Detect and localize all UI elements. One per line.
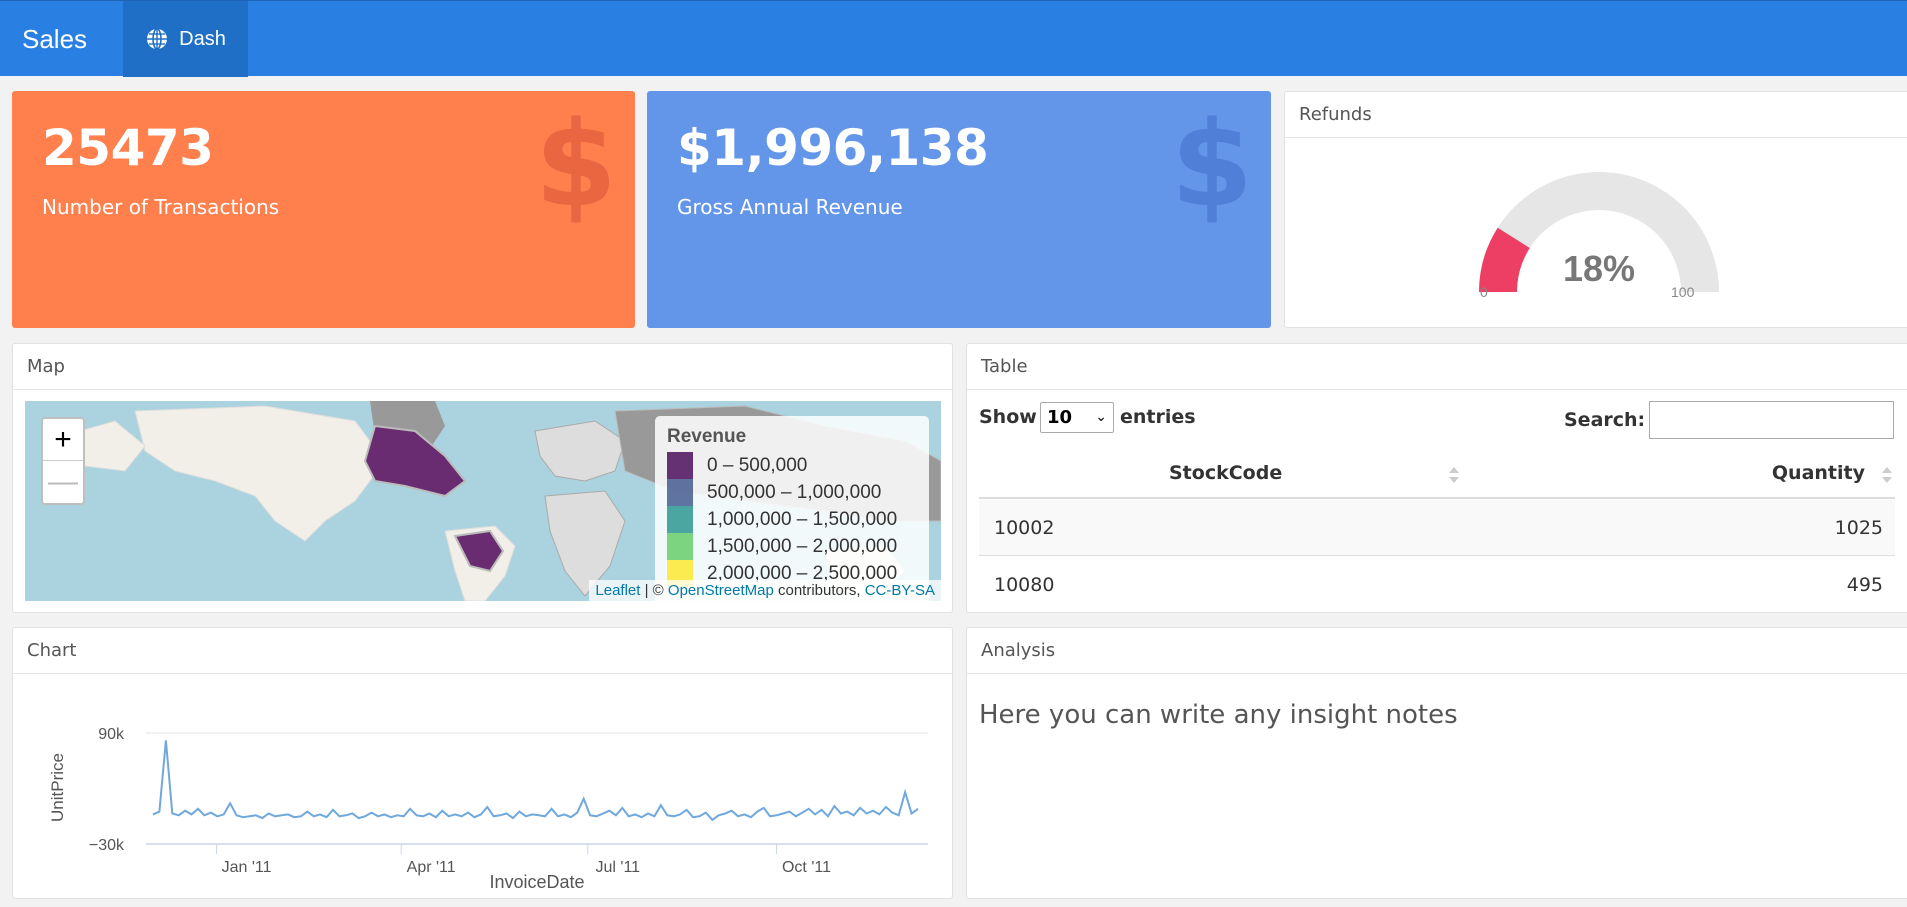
legend-label: 0 – 500,000: [707, 454, 808, 476]
legend-swatch: [667, 506, 693, 533]
tab-dash[interactable]: Dash: [123, 1, 248, 77]
legend-label: 1,500,000 – 2,000,000: [707, 535, 898, 557]
column-header-stockcode[interactable]: StockCode: [1169, 449, 1282, 497]
gauge-min-label: 0: [1480, 284, 1488, 300]
y-axis-label: UnitPrice: [48, 753, 67, 822]
cell-quantity: 1025: [1834, 517, 1883, 539]
leaflet-link[interactable]: Leaflet: [595, 582, 640, 599]
x-tick-label: Jan '11: [222, 859, 272, 876]
legend-item: 500,000 – 1,000,000: [667, 479, 917, 506]
legend-swatch: [667, 452, 693, 479]
y-tick-label: −30k: [89, 837, 125, 854]
osm-link[interactable]: OpenStreetMap: [668, 582, 774, 599]
x-axis-label: InvoiceDate: [489, 872, 584, 892]
x-tick-label: Oct '11: [782, 859, 831, 876]
land-north-america: [134, 405, 386, 542]
map-card: Map + — Revenue 0 – 500,000 500,000 – 1,…: [12, 343, 953, 613]
zoom-in-button[interactable]: +: [43, 419, 83, 461]
insight-note: Here you can write any insight notes: [979, 700, 1458, 730]
series-line: [152, 740, 919, 822]
search-input[interactable]: [1649, 401, 1894, 439]
search-label: Search:: [1564, 409, 1646, 431]
table-row[interactable]: 10002 1025: [979, 500, 1895, 556]
globe-icon: [147, 28, 168, 50]
revenue-value-box: $1,996,138 Gross Annual Revenue $: [647, 91, 1271, 328]
legend-item: 0 – 500,000: [667, 452, 917, 479]
x-tick-label: Jul '11: [596, 859, 641, 876]
show-label: Show: [979, 406, 1037, 428]
license-link[interactable]: CC-BY-SA: [865, 582, 935, 599]
map-legend: Revenue 0 – 500,000 500,000 – 1,000,000 …: [655, 416, 929, 601]
entries-label: entries: [1120, 406, 1196, 428]
transactions-subtitle: Number of Transactions: [42, 195, 280, 219]
refunds-card: Refunds 18% 0 100: [1284, 91, 1907, 328]
zoom-control: + —: [41, 417, 85, 505]
sort-icon: [1449, 467, 1459, 483]
revenue-subtitle: Gross Annual Revenue: [677, 195, 903, 219]
transactions-value: 25473: [42, 119, 214, 177]
legend-swatch: [667, 479, 693, 506]
attribution-sep: | ©: [640, 582, 668, 599]
map-title: Map: [13, 344, 952, 390]
cell-stockcode: 10002: [994, 517, 1055, 539]
legend-title: Revenue: [667, 426, 747, 447]
cell-quantity: 495: [1846, 574, 1883, 596]
page-size-value: 10: [1047, 407, 1073, 428]
top-navbar: Sales Dash: [0, 0, 1907, 77]
map-attribution: Leaflet | © OpenStreetMap contributors, …: [589, 580, 941, 601]
x-tick-label: Apr '11: [407, 859, 456, 876]
line-chart: 90k −30k UnitPrice InvoiceDate Jan '11 Ap…: [48, 726, 928, 892]
table-row[interactable]: 10080 495: [979, 557, 1895, 612]
country-canada: [363, 424, 467, 498]
revenue-value: $1,996,138: [677, 119, 989, 177]
legend-item: 1,000,000 – 1,500,000: [667, 506, 917, 533]
chart-card: Chart 90k −30k UnitPrice InvoiceDate Jan…: [12, 627, 953, 899]
table-header: StockCode Quantity: [979, 449, 1895, 499]
dollar-icon: $: [1170, 95, 1253, 233]
column-header-quantity[interactable]: Quantity: [1772, 449, 1865, 497]
dollar-icon: $: [534, 95, 617, 233]
tab-dash-label: Dash: [179, 27, 226, 50]
cell-stockcode: 10080: [994, 574, 1055, 596]
legend-label: 500,000 – 1,000,000: [707, 481, 882, 503]
transactions-value-box: 25473 Number of Transactions $: [12, 91, 635, 328]
legend-label: 1,000,000 – 1,500,000: [707, 508, 898, 530]
attribution-contrib: contributors,: [773, 582, 865, 599]
chart-title: Chart: [13, 628, 952, 674]
chevron-down-icon: ⌄: [1095, 409, 1107, 425]
sort-icon: [1882, 467, 1892, 483]
analysis-card: Analysis Here you can write any insight …: [966, 627, 1907, 899]
gauge-max-label: 100: [1671, 284, 1695, 300]
zoom-out-button[interactable]: —: [43, 461, 83, 503]
refunds-gauge: 18% 0 100: [1469, 164, 1729, 308]
land-europe: [534, 420, 626, 482]
refunds-title: Refunds: [1285, 92, 1907, 138]
table-title: Table: [967, 344, 1907, 390]
app-brand[interactable]: Sales: [22, 1, 87, 77]
page-size-select[interactable]: 10 ⌄: [1040, 402, 1114, 433]
legend-item: 1,500,000 – 2,000,000: [667, 533, 917, 560]
y-tick-label: 90k: [98, 726, 125, 743]
table-card: Table Show 10 ⌄ entries Search: StockCod…: [966, 343, 1907, 613]
legend-swatch: [667, 533, 693, 560]
analysis-title: Analysis: [967, 628, 1907, 674]
leaflet-map[interactable]: + — Revenue 0 – 500,000 500,000 – 1,000,…: [25, 401, 941, 601]
